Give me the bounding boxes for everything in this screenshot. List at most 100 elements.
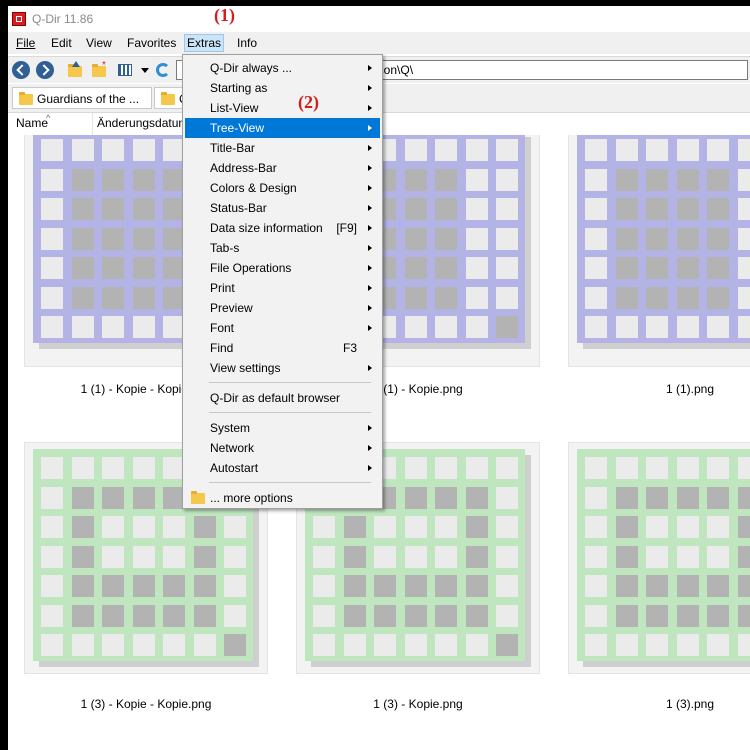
submenu-arrow-icon [368,65,372,71]
menu-item-label: Autostart [210,461,259,475]
submenu-arrow-icon [368,105,372,111]
menu-item-system[interactable]: System [185,418,380,438]
menu-item-label: View settings [210,361,281,375]
menu-separator [209,482,371,483]
folder-icon [19,92,33,105]
menu-item-shortcut: [F9] [336,221,357,235]
up-folder-icon[interactable] [66,61,84,79]
submenu-arrow-icon [368,265,372,271]
annotation-2: (2) [298,92,319,112]
column-name[interactable]: Name [16,116,48,130]
menu-item-tab-s[interactable]: Tab-s [185,238,380,258]
app-icon [12,12,26,26]
menu-item-font[interactable]: Font [185,318,380,338]
submenu-arrow-icon [368,225,372,231]
menu-item-more-options[interactable]: ... more options [185,488,380,508]
menu-item-label: File Operations [210,261,292,275]
submenu-arrow-icon [368,165,372,171]
menu-separator [209,412,371,413]
file-thumbnail[interactable] [568,135,750,367]
menu-extras[interactable]: Extras [184,34,225,52]
submenu-arrow-icon [368,185,372,191]
menu-item-file-operations[interactable]: File Operations [185,258,380,278]
image-preview [577,449,750,667]
folder-icon [191,491,205,504]
menu-item-label: Data size information [210,221,323,235]
menu-item-label: Font [210,321,235,335]
menu-info[interactable]: Info [235,35,259,51]
menu-item-label: Find [210,341,234,355]
menu-item-data-size-information[interactable]: Data size information [F9] [185,218,380,238]
menu-item-label: Tab-s [210,241,240,255]
submenu-arrow-icon [368,305,372,311]
menu-item-label: Q-Dir as default browser [210,391,341,405]
menu-item-print[interactable]: Print [185,278,380,298]
menu-favorites[interactable]: Favorites [125,35,178,51]
submenu-arrow-icon [368,145,372,151]
submenu-arrow-icon [368,465,372,471]
file-name[interactable]: 1 (3).png [568,697,750,711]
menu-item-label: System [210,421,251,435]
menu-item-title-bar[interactable]: Title-Bar [185,138,380,158]
menu-item-label: Tree-View [210,121,265,135]
submenu-arrow-icon [368,125,372,131]
submenu-arrow-icon [368,205,372,211]
forward-icon[interactable] [36,61,54,79]
title-bar: Q-Dir 11.86 [8,6,750,32]
folder-icon [161,92,175,105]
menu-item-label: Network [210,441,255,455]
menu-view[interactable]: View [84,35,114,51]
menu-item-label: ... more options [210,491,293,505]
menu-item-label: Preview [210,301,253,315]
menu-item-preview[interactable]: Preview [185,298,380,318]
menu-item-find[interactable]: Find F3 [185,338,380,358]
tab-label: Guardians of the ... [37,92,140,106]
menu-item-status-bar[interactable]: Status-Bar [185,198,380,218]
submenu-arrow-icon [368,425,372,431]
column-date[interactable]: Änderungsdatum [97,116,188,130]
file-name[interactable]: 1 (3) - Kopie - Kopie.png [24,697,268,711]
menu-item-label: Title-Bar [210,141,255,155]
menu-edit[interactable]: Edit [49,35,74,51]
tab-guardians[interactable]: Guardians of the ... [12,87,152,109]
menu-item-label: List-View [210,101,259,115]
menu-file[interactable]: File [14,35,37,51]
menu-item-view-settings[interactable]: View settings [185,358,380,378]
menu-item-label: Colors & Design [210,181,297,195]
menu-item-label: Print [210,281,235,295]
file-name[interactable]: 1 (3) - Kopie.png [296,697,540,711]
sort-arrow-icon: ^ [46,113,51,123]
submenu-arrow-icon [368,365,372,371]
refresh-icon[interactable] [154,61,172,79]
menu-item-q-dir-always[interactable]: Q-Dir always ... [185,58,380,78]
annotation-1: (1) [214,5,235,25]
menu-item-shortcut: F3 [342,341,357,355]
submenu-arrow-icon [368,445,372,451]
column-separator[interactable] [92,113,93,135]
submenu-arrow-icon [368,85,372,91]
menu-item-label: Q-Dir always ... [210,61,293,75]
image-preview [577,135,750,349]
menu-item-autostart[interactable]: Autostart [185,458,380,478]
menu-item-list-view[interactable]: List-View [185,98,380,118]
menu-item-label: Starting as [210,81,268,95]
file-thumbnail[interactable] [568,442,750,674]
menu-item-starting-as[interactable]: Starting as [185,78,380,98]
view-mode-icon[interactable] [116,61,134,79]
menu-item-q-dir-as-default-browser[interactable]: Q-Dir as default browser [185,388,380,408]
menu-separator [209,382,371,383]
submenu-arrow-icon [368,325,372,331]
submenu-arrow-icon [368,285,372,291]
menu-bar: File Edit View Favorites Extras Info [8,32,750,54]
new-folder-icon[interactable]: * [90,61,108,79]
extras-menu: Q-Dir always ... Starting as List-View Tree… [182,54,383,509]
menu-item-tree-view[interactable]: Tree-View [185,118,380,138]
menu-item-network[interactable]: Network [185,438,380,458]
menu-item-address-bar[interactable]: Address-Bar [185,158,380,178]
file-name[interactable]: 1 (1).png [568,382,750,396]
back-icon[interactable] [12,61,30,79]
window-title: Q-Dir 11.86 [32,12,94,26]
submenu-arrow-icon [368,245,372,251]
menu-item-label: Address-Bar [210,161,277,175]
menu-item-colors-design[interactable]: Colors & Design [185,178,380,198]
